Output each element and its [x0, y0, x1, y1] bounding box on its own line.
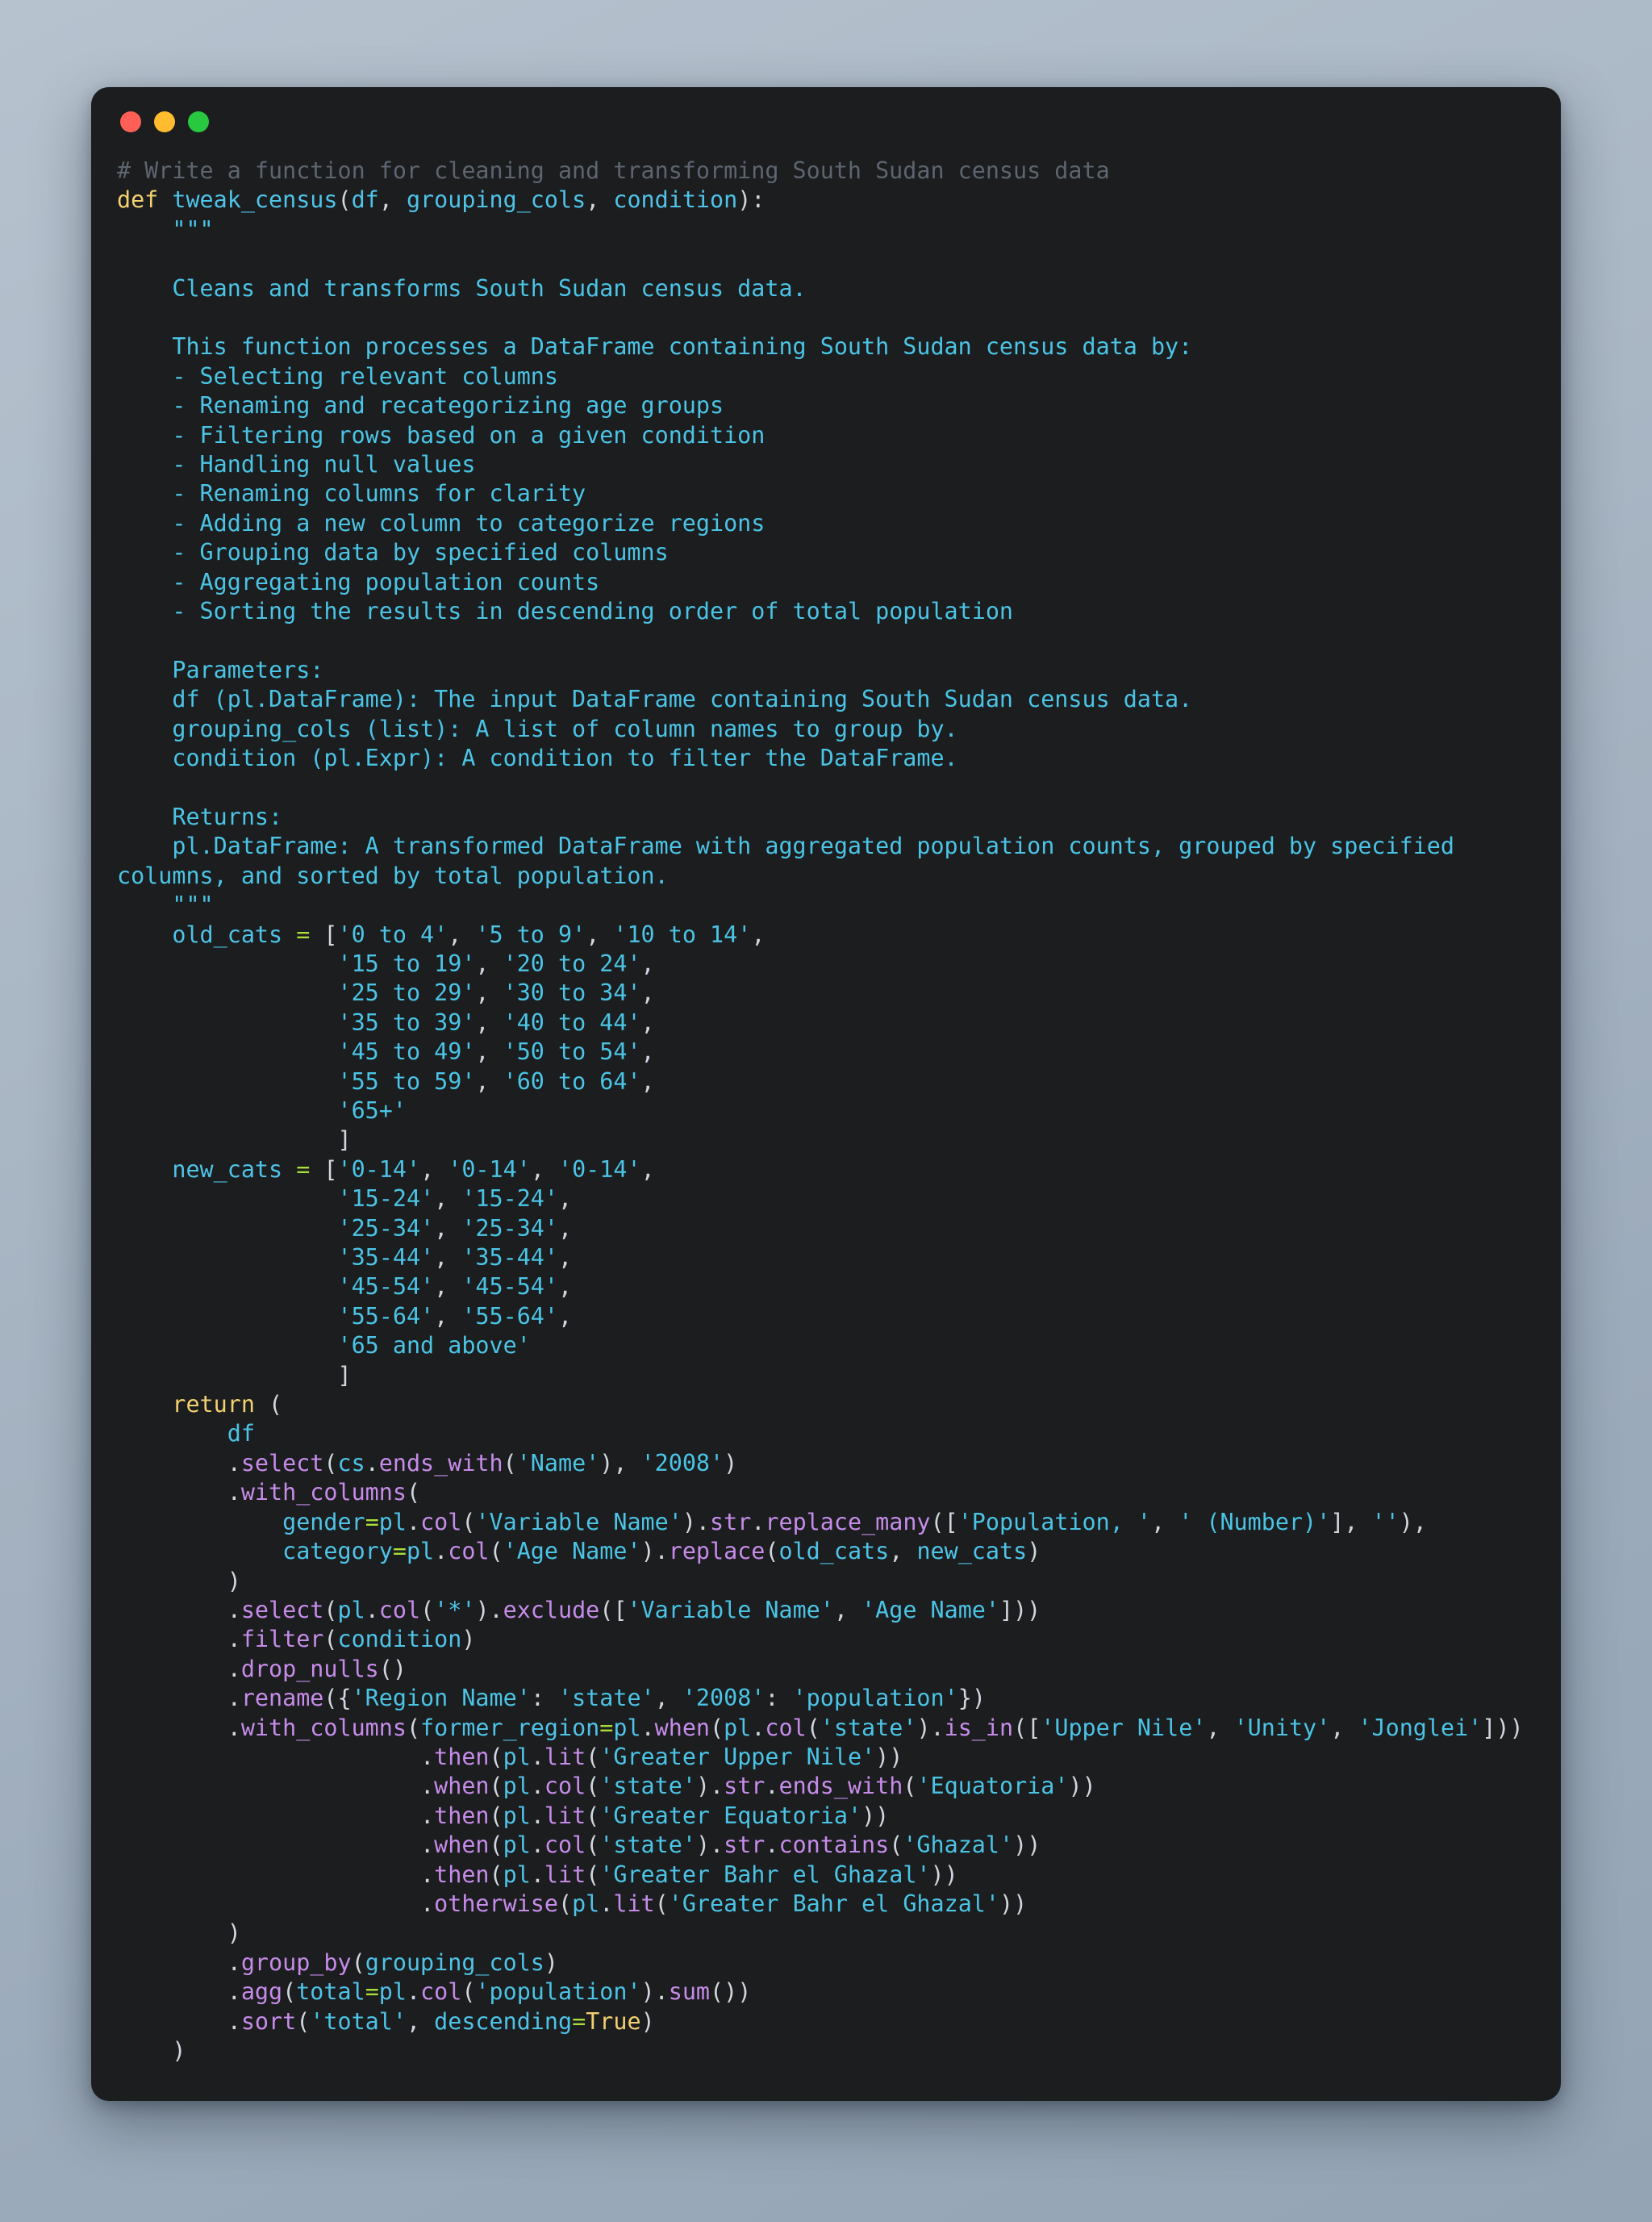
desktop-background: # Write a function for cleaning and tran…: [0, 0, 1652, 2222]
maximize-button[interactable]: [188, 111, 209, 132]
minimize-button[interactable]: [154, 111, 175, 132]
code-window: # Write a function for cleaning and tran…: [91, 87, 1561, 2102]
window-titlebar: [91, 87, 1561, 157]
code-block[interactable]: # Write a function for cleaning and tran…: [91, 157, 1561, 2065]
close-button[interactable]: [120, 111, 141, 132]
python-source: # Write a function for cleaning and tran…: [117, 157, 1524, 2064]
